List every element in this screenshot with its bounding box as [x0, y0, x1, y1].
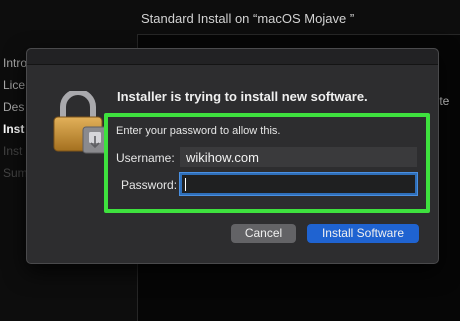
cancel-button[interactable]: Cancel	[231, 224, 296, 243]
password-prompt: Enter your password to allow this.	[116, 125, 281, 137]
dialog-titlebar	[27, 49, 438, 65]
text-caret	[185, 178, 186, 191]
password-label: Password:	[121, 178, 178, 192]
password-field[interactable]	[180, 173, 417, 195]
lock-icon	[51, 89, 109, 155]
install-software-button[interactable]: Install Software	[307, 224, 419, 243]
username-label: Username:	[116, 151, 175, 165]
username-field[interactable]	[180, 147, 417, 167]
sidebar-item-license[interactable]: Lice	[3, 78, 25, 92]
sidebar-item-summary[interactable]: Sum	[3, 166, 28, 180]
sidebar-item-introduction[interactable]: Intro	[3, 56, 27, 70]
dialog-title: Installer is trying to install new softw…	[117, 89, 368, 104]
sidebar-item-destination[interactable]: Des	[3, 100, 24, 114]
auth-dialog: Installer is trying to install new softw…	[26, 48, 439, 264]
sidebar-item-installation-type[interactable]: Inst	[3, 122, 24, 136]
sidebar-item-installation[interactable]: Inst	[3, 144, 22, 158]
window-title: Standard Install on “macOS Mojave ”	[141, 11, 355, 26]
